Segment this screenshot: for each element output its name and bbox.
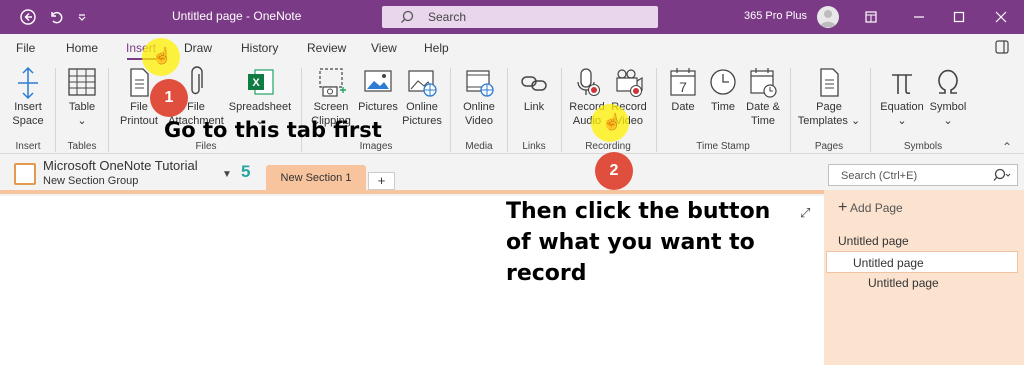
screen-clipping-icon bbox=[319, 68, 346, 97]
date-time-button[interactable]: Date & Time bbox=[742, 66, 784, 128]
back-icon[interactable] bbox=[18, 7, 38, 27]
expand-icon[interactable]: ⤢ bbox=[800, 205, 810, 221]
tab-review[interactable]: Review bbox=[307, 41, 346, 55]
symbol-button[interactable]: Symbol ⌄ bbox=[926, 66, 970, 128]
cursor-hand-icon: ☝ bbox=[152, 48, 172, 65]
dropdown-chevron-icon: ⌄ bbox=[943, 115, 953, 127]
ribbon-separator bbox=[55, 68, 56, 152]
pictures-icon bbox=[364, 70, 392, 92]
page-item[interactable]: Untitled page bbox=[838, 234, 909, 248]
tab-view[interactable]: View bbox=[371, 41, 397, 55]
onenote-window: Untitled page - OneNote Search 365 Pro P… bbox=[0, 0, 1024, 365]
search-box[interactable]: Search bbox=[382, 6, 658, 28]
page-item-selected[interactable]: Untitled page bbox=[826, 251, 1018, 273]
section-tab-new-section-1[interactable]: New Section 1 bbox=[266, 165, 366, 191]
step-1-instruction: Go to this tab first bbox=[164, 118, 382, 142]
group-pages: Pages bbox=[814, 141, 844, 152]
tab-home[interactable]: Home bbox=[66, 41, 98, 55]
group-insert: Insert bbox=[15, 141, 41, 152]
title-bar: Untitled page - OneNote Search 365 Pro P… bbox=[0, 0, 1024, 34]
online-pictures-icon bbox=[408, 70, 437, 97]
add-section-button[interactable]: + bbox=[368, 172, 395, 190]
notebook-pane-icon[interactable] bbox=[995, 40, 1009, 59]
undo-icon[interactable] bbox=[46, 7, 66, 27]
customize-toolbar-icon[interactable] bbox=[72, 7, 92, 27]
microphone-icon bbox=[577, 68, 600, 96]
step-2-badge: 2 bbox=[595, 152, 633, 190]
group-tables: Tables bbox=[67, 141, 97, 152]
user-name[interactable]: 365 Pro Plus bbox=[744, 10, 807, 22]
group-files: Files bbox=[195, 141, 217, 152]
time-button[interactable]: Time bbox=[704, 66, 742, 114]
collapse-ribbon-icon[interactable]: ⌃ bbox=[1002, 140, 1012, 154]
excel-icon: X bbox=[248, 69, 274, 95]
pi-icon bbox=[892, 74, 912, 95]
svg-text:7: 7 bbox=[679, 79, 687, 95]
equation-button[interactable]: Equation ⌄ bbox=[876, 66, 928, 128]
window-title: Untitled page - OneNote bbox=[172, 9, 302, 23]
table-icon bbox=[68, 68, 96, 96]
calendar-icon: 7 bbox=[670, 68, 696, 96]
pictures-button[interactable]: Pictures bbox=[356, 66, 400, 114]
step-2-instruction: Then click the button of what you want t… bbox=[506, 199, 771, 286]
insert-space-icon bbox=[18, 66, 38, 100]
search-icon bbox=[993, 168, 1011, 181]
close-icon[interactable] bbox=[990, 6, 1012, 28]
page-template-icon bbox=[820, 68, 839, 97]
tab-history[interactable]: History bbox=[241, 41, 278, 55]
online-pictures-button[interactable]: Online Pictures bbox=[400, 66, 444, 128]
ribbon-display-icon[interactable] bbox=[860, 6, 882, 28]
minimize-icon[interactable] bbox=[908, 6, 930, 28]
link-button[interactable]: Link bbox=[512, 66, 556, 114]
notebook-title[interactable]: Microsoft OneNote Tutorial bbox=[43, 158, 198, 173]
page-search-input[interactable]: Search (Ctrl+E) bbox=[828, 164, 1018, 186]
svg-text:X: X bbox=[252, 77, 260, 89]
group-recording: Recording bbox=[585, 141, 631, 152]
step-1-badge: 1 bbox=[150, 79, 188, 117]
online-video-icon bbox=[466, 70, 494, 97]
sync-icon[interactable]: 5 bbox=[241, 162, 250, 182]
notebook-icon bbox=[14, 163, 36, 185]
ribbon-separator bbox=[870, 68, 871, 152]
avatar[interactable] bbox=[817, 6, 839, 28]
video-camera-icon bbox=[616, 69, 643, 97]
clock-icon bbox=[710, 69, 736, 95]
ribbon-separator bbox=[790, 68, 791, 152]
table-button[interactable]: Table ⌄ bbox=[62, 66, 102, 128]
group-links: Links bbox=[522, 141, 546, 152]
tab-file[interactable]: File bbox=[16, 41, 35, 55]
notebook-dropdown-icon[interactable]: ▼ bbox=[222, 169, 232, 180]
tab-help[interactable]: Help bbox=[424, 41, 449, 55]
ribbon-separator bbox=[656, 68, 657, 152]
group-images: Images bbox=[359, 141, 393, 152]
dropdown-chevron-icon: ⌄ bbox=[77, 115, 87, 127]
page-item[interactable]: Untitled page bbox=[868, 276, 939, 290]
section-group-label[interactable]: New Section Group bbox=[43, 175, 138, 187]
maximize-icon[interactable] bbox=[948, 6, 970, 28]
search-label: Search bbox=[428, 10, 467, 24]
insert-space-button[interactable]: Insert Space bbox=[6, 66, 50, 128]
section-color-bar bbox=[0, 190, 824, 194]
page-templates-button[interactable]: Page Templates ⌄ bbox=[796, 66, 862, 128]
tab-draw[interactable]: Draw bbox=[184, 41, 212, 55]
omega-icon bbox=[938, 69, 958, 94]
dropdown-chevron-icon: ⌄ bbox=[850, 115, 861, 127]
plus-icon: + bbox=[838, 199, 848, 216]
group-media: Media bbox=[465, 141, 493, 152]
ribbon-separator bbox=[450, 68, 451, 152]
group-symbols: Symbols bbox=[903, 141, 943, 152]
ribbon-separator bbox=[561, 68, 562, 152]
search-icon bbox=[401, 10, 414, 23]
link-icon bbox=[521, 76, 547, 91]
group-time-stamp: Time Stamp bbox=[696, 141, 750, 152]
ribbon-separator bbox=[108, 68, 109, 152]
dropdown-chevron-icon: ⌄ bbox=[897, 115, 907, 127]
date-time-icon bbox=[750, 68, 777, 98]
online-video-button[interactable]: Online Video bbox=[456, 66, 502, 128]
date-button[interactable]: 7 Date bbox=[662, 66, 704, 114]
ribbon-separator bbox=[507, 68, 508, 152]
add-page-button[interactable]: + Add Page bbox=[838, 199, 903, 217]
cursor-hand-icon: ☝ bbox=[602, 114, 622, 131]
